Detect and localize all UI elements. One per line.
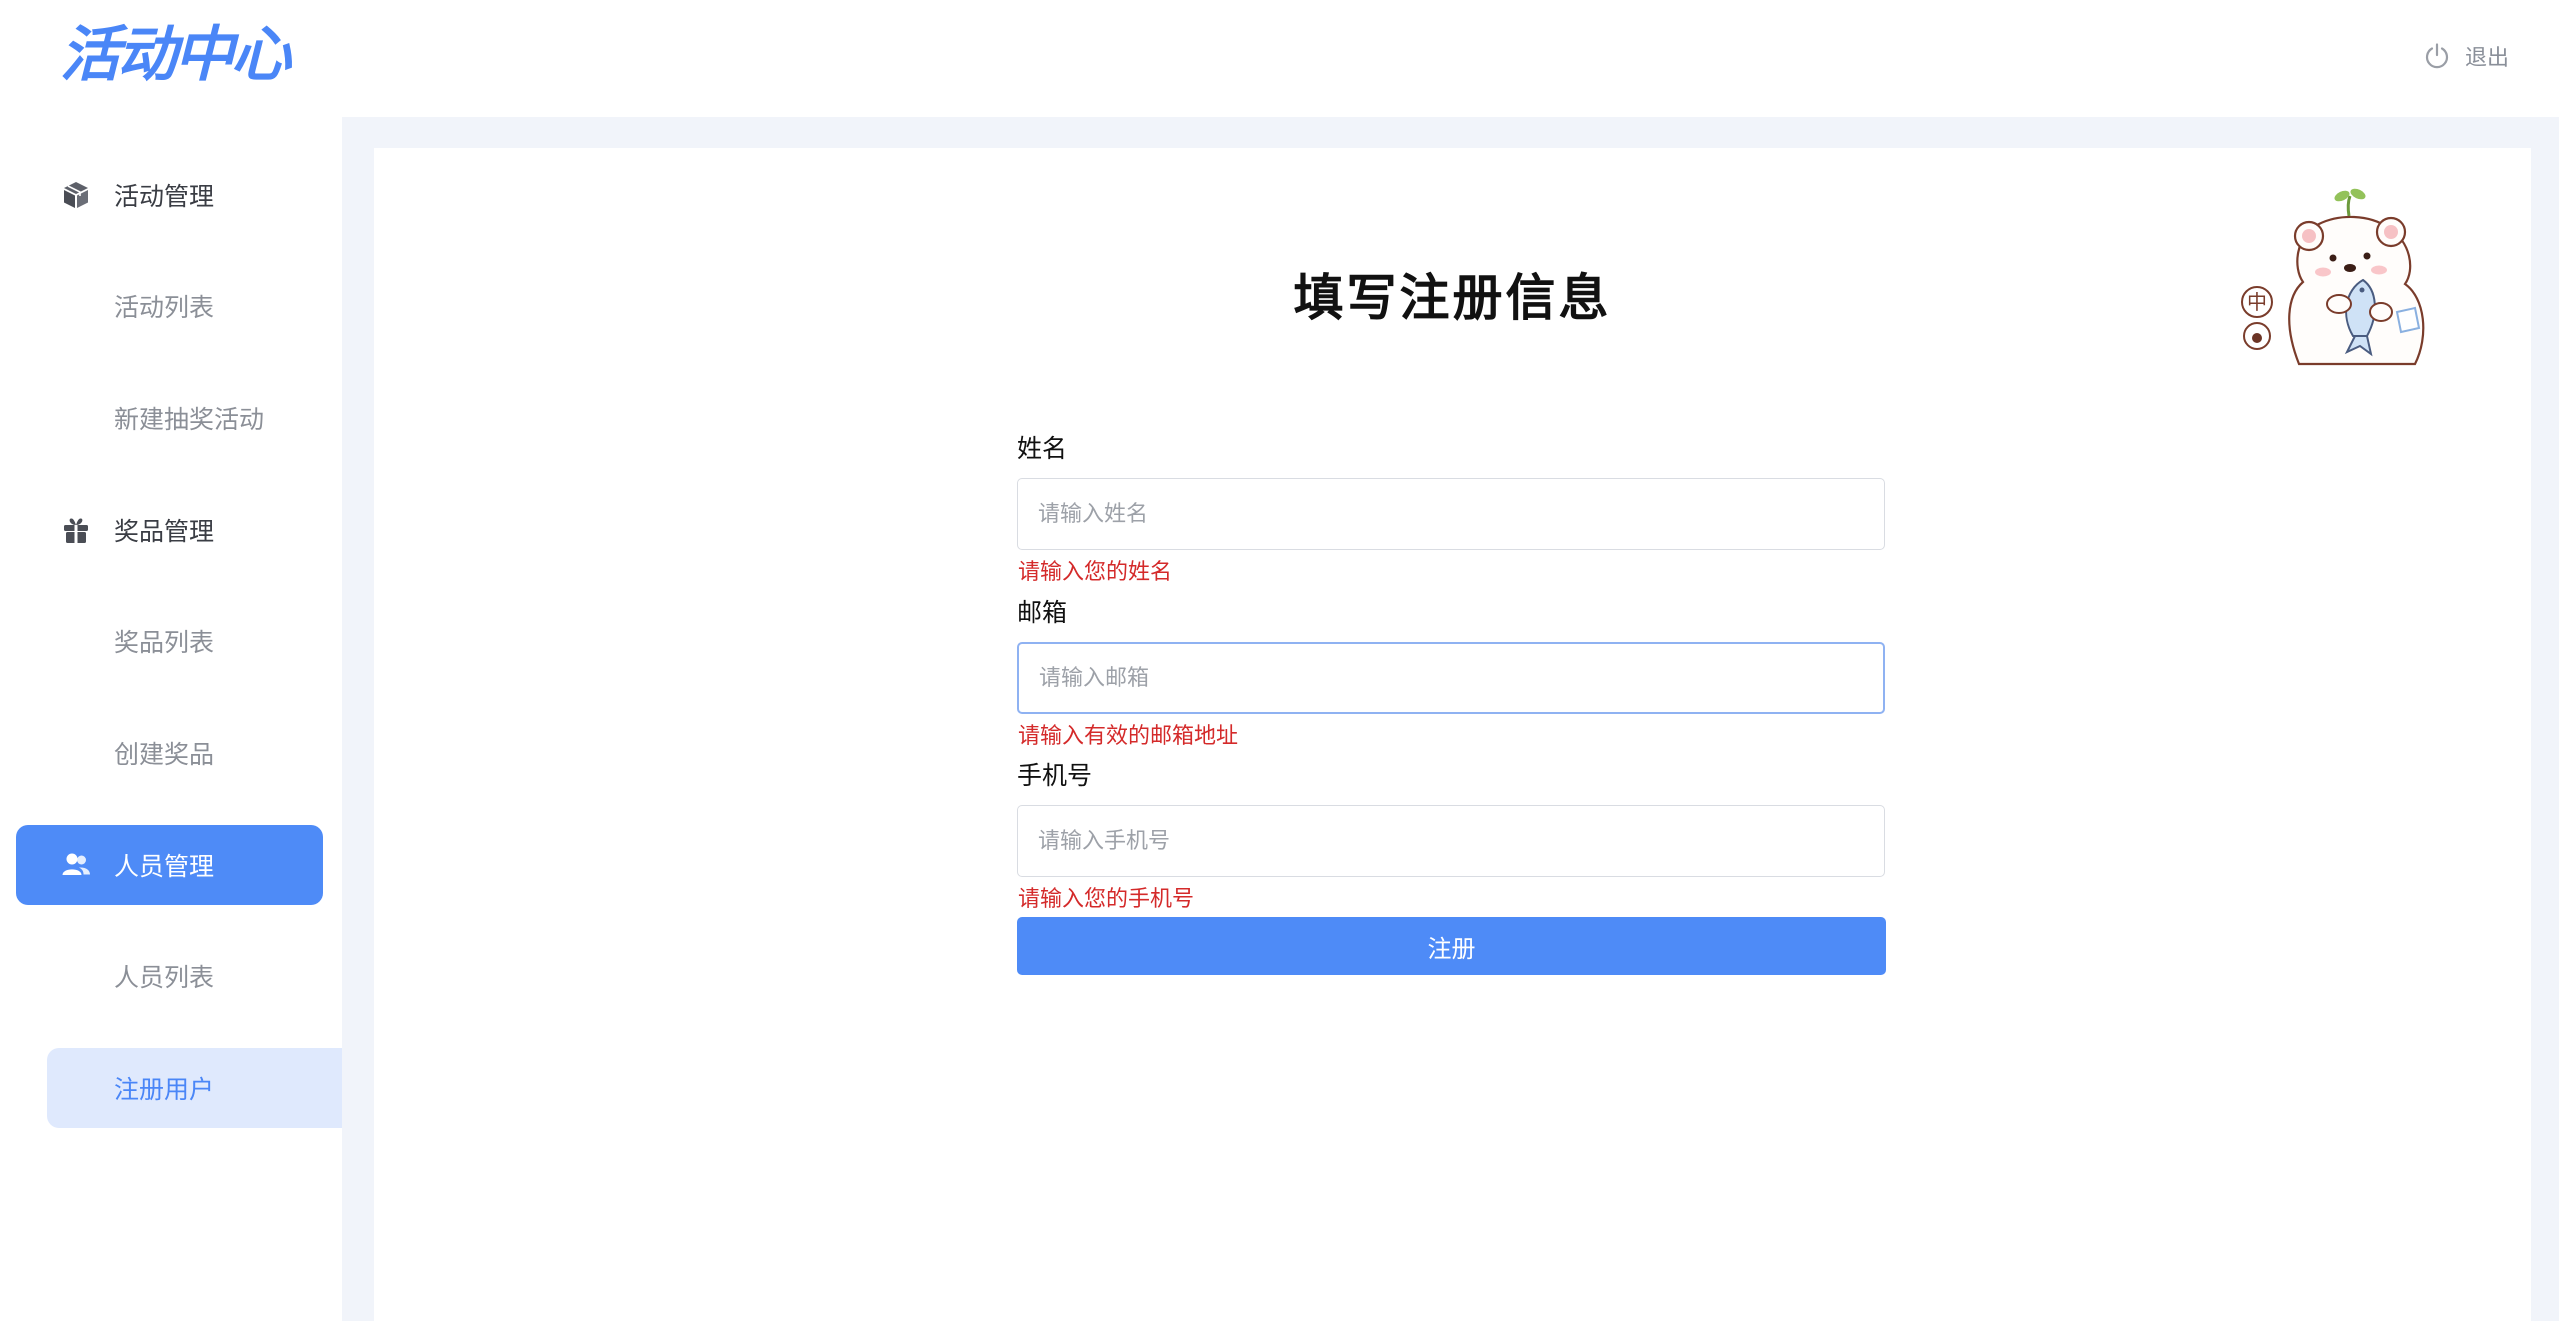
sidebar-group-activity[interactable]: 活动管理 [16, 155, 323, 235]
cube-icon [64, 182, 88, 208]
page-title: 填写注册信息 [1293, 269, 1612, 327]
name-label: 姓名 [1017, 434, 1068, 463]
registration-card: 填写注册信息 中 姓名 请输入您的姓名 [374, 148, 2531, 1321]
sidebar-group-prizes[interactable]: 奖品管理 [16, 490, 323, 570]
sidebar-group-label: 活动管理 [114, 182, 215, 211]
sidebar-item-activity-list[interactable]: 活动列表 [114, 288, 214, 328]
sidebar-item-people-list[interactable]: 人员列表 [114, 958, 214, 998]
logout-button[interactable]: 退出 [2423, 36, 2509, 76]
sidebar-item-prize-list[interactable]: 奖品列表 [114, 623, 214, 663]
phone-error: 请输入您的手机号 [1018, 887, 1195, 912]
power-icon [2425, 43, 2449, 69]
logout-label: 退出 [2464, 46, 2509, 71]
name-error: 请输入您的姓名 [1018, 560, 1173, 585]
email-label: 邮箱 [1017, 598, 1068, 627]
bear-mascot-image: 中 [2241, 188, 2425, 366]
sidebar: 活动管理 活动列表 新建抽奖活动 奖品管理 奖品列表 创建奖品 人员管理 人员列… [0, 117, 342, 1321]
sidebar-group-label: 奖品管理 [114, 517, 215, 546]
register-button[interactable]: 注册 [1017, 917, 1886, 975]
mascot-badge-text: 中 [2247, 290, 2267, 314]
phone-label: 手机号 [1017, 761, 1093, 790]
sidebar-item-new-lottery[interactable]: 新建抽奖活动 [114, 400, 264, 440]
phone-input[interactable] [1017, 805, 1885, 877]
email-input[interactable] [1017, 642, 1885, 714]
app-logo: 活动中心 [60, 20, 291, 90]
gift-icon [64, 518, 88, 543]
name-input[interactable] [1017, 478, 1885, 550]
sidebar-group-label: 人员管理 [114, 852, 215, 881]
email-error: 请输入有效的邮箱地址 [1018, 724, 1239, 749]
users-icon [62, 853, 90, 875]
top-header: 活动中心 退出 [0, 0, 2559, 117]
sidebar-group-people[interactable]: 人员管理 [16, 825, 323, 905]
sidebar-item-create-prize[interactable]: 创建奖品 [114, 735, 214, 775]
sidebar-item-registered-users[interactable]: 注册用户 [114, 1070, 214, 1110]
